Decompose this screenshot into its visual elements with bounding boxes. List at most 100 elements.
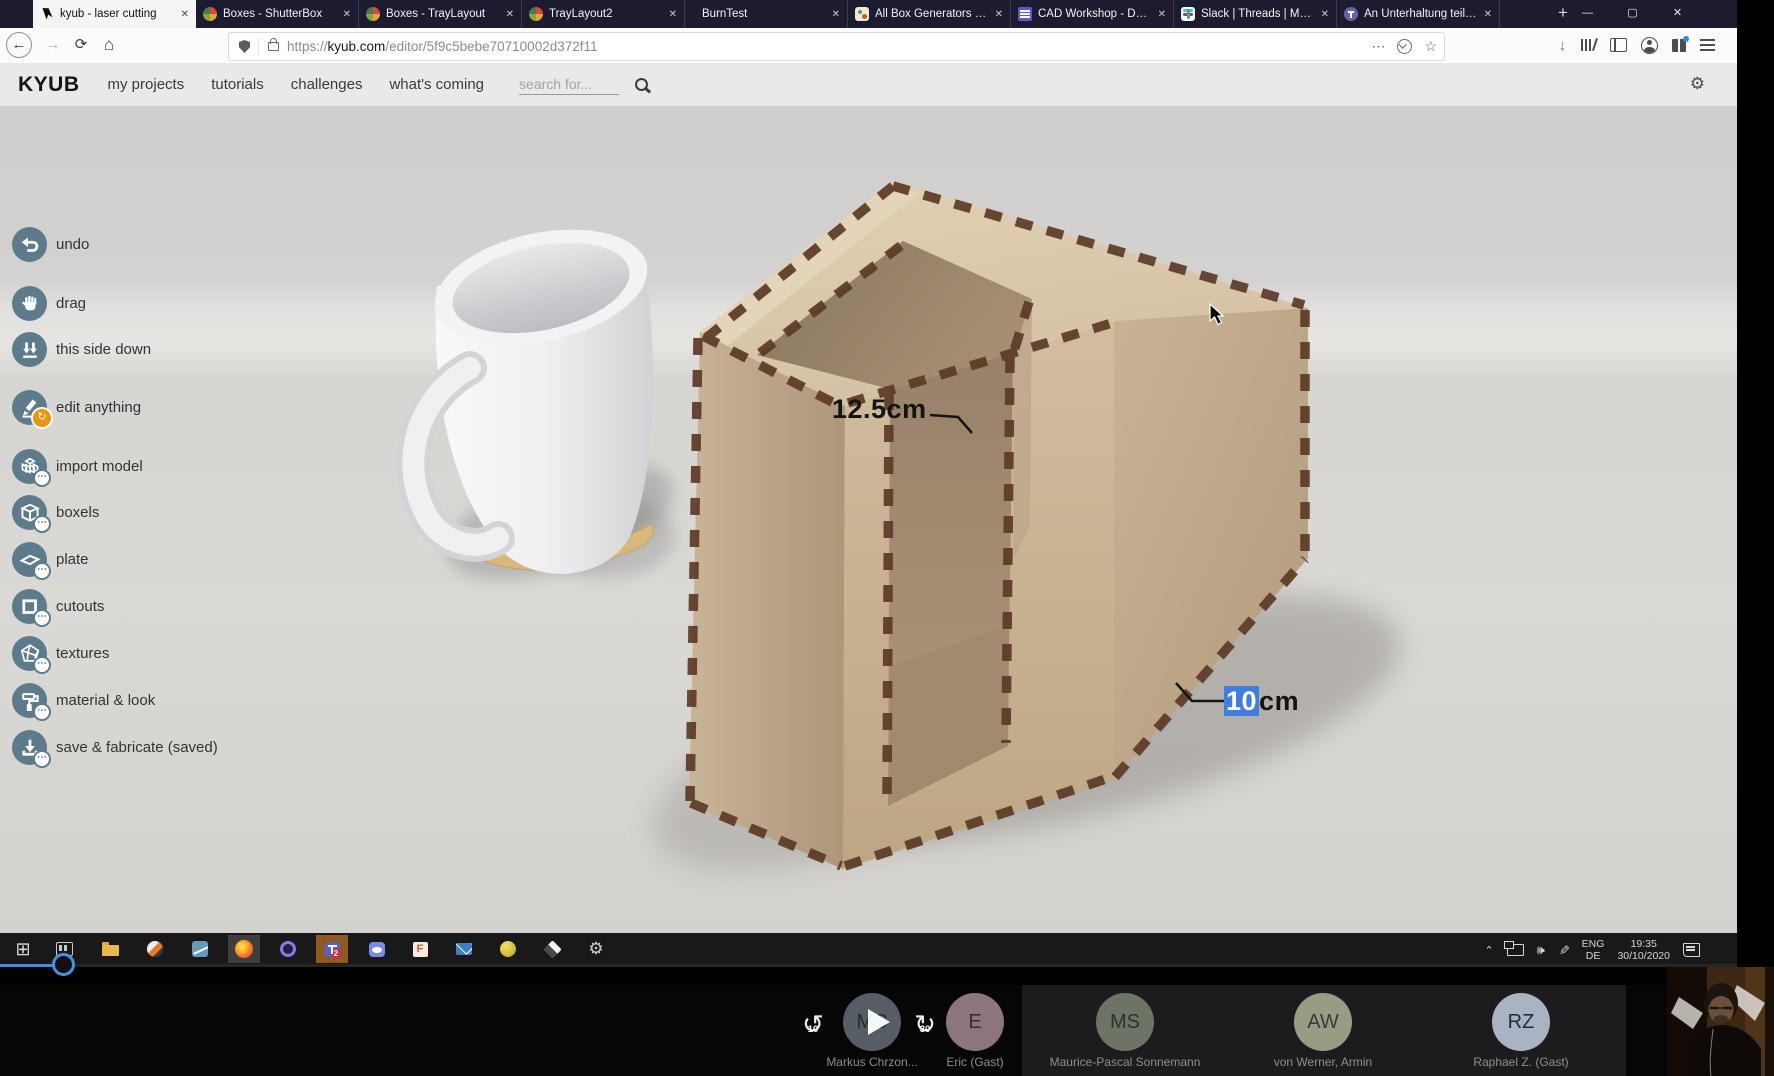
page-actions-icon[interactable]: ⋯ bbox=[1371, 38, 1385, 55]
tinkercad-icon[interactable] bbox=[492, 935, 524, 963]
window-close-button[interactable]: ✕ bbox=[1655, 0, 1700, 28]
dimension-width-label[interactable]: 12.5cm bbox=[832, 394, 927, 425]
tab-close-icon[interactable]: ✕ bbox=[506, 9, 514, 20]
nav-my-projects[interactable]: my projects bbox=[108, 76, 185, 93]
tool-material-look[interactable]: material & look bbox=[12, 683, 155, 718]
window-maximize-button[interactable]: ▢ bbox=[1610, 0, 1655, 28]
tool-edit-anything[interactable]: edit anything bbox=[12, 390, 141, 425]
play-button[interactable] bbox=[868, 1009, 890, 1035]
more-options-badge bbox=[33, 562, 51, 580]
tray-expand-icon[interactable]: ⌃ bbox=[1484, 944, 1493, 957]
tool-cutouts[interactable]: cutouts bbox=[12, 589, 104, 624]
window-minimize-button[interactable]: — bbox=[1565, 0, 1610, 28]
pocket-icon[interactable] bbox=[1397, 39, 1412, 54]
tab-shutterbox[interactable]: Boxes - ShutterBox ✕ bbox=[196, 0, 359, 28]
tab-close-icon[interactable]: ✕ bbox=[1484, 9, 1492, 20]
url-bar[interactable]: https://kyub.com/editor/5f9c5bebe7071000… bbox=[228, 32, 1445, 61]
avatar: AW bbox=[1294, 993, 1352, 1051]
tab-traylayout[interactable]: Boxes - TrayLayout ✕ bbox=[359, 0, 522, 28]
more-options-badge bbox=[33, 609, 51, 627]
nav-tutorials[interactable]: tutorials bbox=[211, 76, 264, 93]
tool-textures[interactable]: textures bbox=[12, 636, 109, 671]
notifications-icon[interactable] bbox=[1683, 943, 1700, 957]
forward-30-button[interactable]: ↻30 bbox=[908, 1009, 942, 1040]
dimension-depth-value-selected[interactable]: 10 bbox=[1224, 686, 1259, 716]
tab-title: Boxes - TrayLayout bbox=[386, 8, 500, 20]
extension-gift-icon[interactable] bbox=[1672, 39, 1686, 52]
editor-3d-canvas[interactable]: 12.5cm 10cm undo drag this side down edi… bbox=[0, 106, 1737, 933]
video-progress-track[interactable] bbox=[0, 964, 1737, 967]
mail-icon[interactable] bbox=[448, 935, 480, 963]
downloads-icon[interactable]: ↓ bbox=[1559, 37, 1567, 54]
reload-button[interactable]: ⟳ bbox=[68, 32, 94, 58]
tracking-shield-icon[interactable] bbox=[239, 40, 250, 53]
library-icon[interactable] bbox=[1580, 38, 1596, 52]
tool-import-model[interactable]: import model bbox=[12, 449, 143, 484]
network-icon[interactable] bbox=[1507, 944, 1524, 956]
tab-close-icon[interactable]: ✕ bbox=[343, 9, 351, 20]
clock[interactable]: 19:3530/10/2020 bbox=[1617, 938, 1670, 962]
windows-taskbar: ⊞ 2 ⚙ ⌃ 🕪 ✎ ENGDE 19:3530/10/2020 bbox=[0, 933, 1737, 967]
settings-icon[interactable]: ⚙ bbox=[580, 935, 612, 963]
tab-close-icon[interactable]: ✕ bbox=[995, 9, 1003, 20]
url-prefix: https:// bbox=[287, 39, 328, 54]
more-options-badge bbox=[33, 656, 51, 674]
sidebars-icon[interactable] bbox=[1610, 38, 1627, 52]
video-progress-knob[interactable] bbox=[52, 953, 75, 976]
video-progress-fill bbox=[0, 964, 56, 967]
lock-icon[interactable] bbox=[268, 42, 279, 51]
screen: kyub - laser cutting ✕ Boxes - ShutterBo… bbox=[0, 0, 1774, 1076]
participant-name: Maurice-Pascal Sonnemann bbox=[1015, 1055, 1235, 1069]
search-input[interactable] bbox=[519, 74, 619, 95]
tab-close-icon[interactable]: ✕ bbox=[181, 9, 189, 20]
tab-close-icon[interactable]: ✕ bbox=[1321, 9, 1329, 20]
tab-traylayout2[interactable]: TrayLayout2 ✕ bbox=[522, 0, 685, 28]
more-options-badge bbox=[33, 703, 51, 721]
start-button[interactable]: ⊞ bbox=[7, 935, 39, 963]
kyub-logo[interactable]: KYUB bbox=[18, 73, 80, 97]
account-icon[interactable] bbox=[1641, 37, 1658, 54]
modeling-app-icon[interactable] bbox=[184, 935, 216, 963]
teams-icon[interactable]: 2 bbox=[316, 935, 348, 963]
tab-teams[interactable]: An Unterhaltung teilne ✕ bbox=[1337, 0, 1500, 28]
tool-save-fabricate[interactable]: save & fabricate (saved) bbox=[12, 730, 218, 765]
tab-title: TrayLayout2 bbox=[549, 8, 663, 20]
tab-close-icon[interactable]: ✕ bbox=[669, 9, 677, 20]
volume-icon[interactable]: 🕪 bbox=[1537, 942, 1545, 958]
bookmark-star-icon[interactable]: ☆ bbox=[1424, 38, 1437, 55]
home-button[interactable]: ⌂ bbox=[96, 32, 122, 58]
tool-drag[interactable]: drag bbox=[12, 286, 86, 321]
settings-gear-icon[interactable]: ⚙ bbox=[1690, 74, 1705, 94]
discord-icon[interactable] bbox=[361, 935, 393, 963]
tool-this-side-down[interactable]: this side down bbox=[12, 332, 151, 367]
fusion-icon[interactable] bbox=[404, 935, 436, 963]
tab-close-icon[interactable]: ✕ bbox=[832, 9, 840, 20]
tab-slack[interactable]: Slack | Threads | Makers ✕ bbox=[1174, 0, 1337, 28]
tab-burntest[interactable]: BurnTest ✕ bbox=[685, 0, 848, 28]
back-button[interactable]: ← bbox=[6, 32, 32, 58]
inkscape-icon[interactable] bbox=[536, 935, 568, 963]
nav-challenges[interactable]: challenges bbox=[291, 76, 363, 93]
opera-icon[interactable] bbox=[139, 935, 171, 963]
tab-box-generators[interactable]: All Box Generators — b ✕ bbox=[848, 0, 1011, 28]
firefox-icon[interactable] bbox=[228, 935, 260, 963]
tab-close-icon[interactable]: ✕ bbox=[1158, 9, 1166, 20]
tab-title: Slack | Threads | Makers bbox=[1201, 8, 1315, 20]
tab-cad-workshop[interactable]: CAD Workshop - Desig ✕ bbox=[1011, 0, 1174, 28]
language-switcher[interactable]: ENGDE bbox=[1582, 938, 1605, 962]
tool-undo[interactable]: undo bbox=[12, 227, 89, 262]
search-icon[interactable] bbox=[635, 78, 648, 91]
nav-whats-coming[interactable]: what's coming bbox=[389, 76, 484, 93]
forward-button[interactable]: → bbox=[40, 32, 66, 58]
dimension-depth-label[interactable]: 10cm bbox=[1224, 686, 1299, 717]
tool-plate[interactable]: plate bbox=[12, 542, 89, 577]
menu-hamburger-icon[interactable] bbox=[1700, 39, 1715, 41]
webcam-video[interactable] bbox=[1667, 967, 1774, 1076]
tool-boxels[interactable]: boxels bbox=[12, 495, 99, 530]
obs-icon[interactable] bbox=[272, 935, 304, 963]
tab-kyub[interactable]: kyub - laser cutting ✕ bbox=[33, 0, 196, 28]
rewind-10-button[interactable]: ↺10 bbox=[796, 1009, 830, 1040]
file-explorer-icon[interactable] bbox=[94, 935, 126, 963]
system-tray: ⌃ 🕪 ✎ ENGDE 19:3530/10/2020 bbox=[1484, 933, 1700, 967]
pen-icon[interactable]: ✎ bbox=[1555, 945, 1571, 956]
